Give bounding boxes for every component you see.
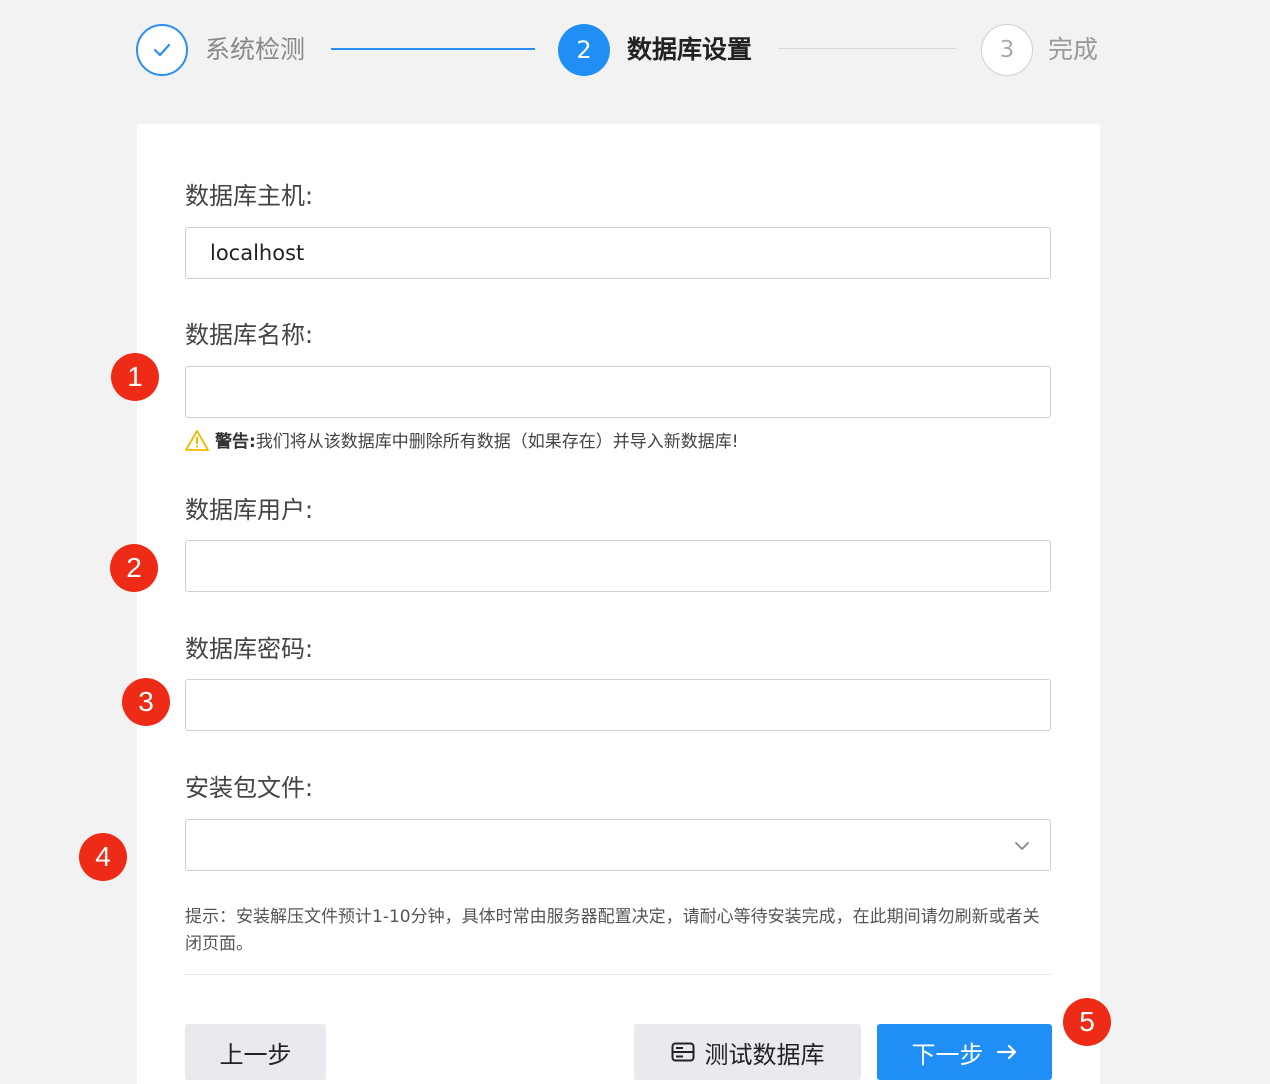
host-label: 数据库主机: [185, 182, 314, 210]
progress-steps: 系统检测 2 数据库设置 3 完成 [0, 0, 1270, 100]
warning-icon [185, 429, 209, 451]
annotation-marker-3: 3 [122, 678, 170, 726]
annotation-marker-4: 4 [79, 833, 127, 881]
warning-text: 我们将从该数据库中删除所有数据（如果存在）并导入新数据库! [255, 432, 739, 452]
step-connector-2 [778, 48, 957, 49]
step-3-number: 3 [981, 24, 1033, 76]
db-password-input[interactable] [185, 679, 1051, 731]
database-icon [671, 1042, 694, 1062]
host-input[interactable] [185, 227, 1051, 279]
chevron-down-icon [1015, 842, 1029, 850]
prev-step-button[interactable]: 上一步 [185, 1024, 326, 1080]
db-user-input[interactable] [185, 540, 1051, 592]
step-1-label: 系统检测 [205, 35, 306, 64]
step-connector-1 [331, 48, 535, 50]
next-step-button[interactable]: 下一步 [877, 1024, 1052, 1080]
prev-step-label: 上一步 [219, 1040, 292, 1069]
db-password-label: 数据库密码: [185, 635, 314, 663]
step-2-label: 数据库设置 [627, 35, 753, 64]
arrow-right-icon [996, 1044, 1016, 1060]
step-2-number: 2 [558, 24, 610, 76]
package-file-select[interactable] [185, 819, 1051, 871]
divider [185, 974, 1051, 975]
step-1-check-icon [136, 24, 188, 76]
annotation-marker-5: 5 [1063, 998, 1111, 1046]
db-name-label: 数据库名称: [185, 321, 314, 349]
annotation-marker-1: 1 [111, 353, 159, 401]
install-hint: 提示：安装解压文件预计1-10分钟，具体时常由服务器配置决定，请耐心等待安装完成… [185, 907, 1040, 954]
warning-title: 警告: [215, 432, 256, 452]
install-wizard: 系统检测 2 数据库设置 3 完成 数据库主机: 数据库名称: 警告: 我们将从… [0, 0, 1270, 1084]
step-3-label: 完成 [1048, 35, 1099, 64]
test-database-button[interactable]: 测试数据库 [634, 1024, 861, 1080]
db-name-input[interactable] [185, 366, 1051, 418]
annotation-marker-2: 2 [110, 544, 158, 592]
next-step-label: 下一步 [911, 1040, 984, 1069]
db-user-label: 数据库用户: [185, 496, 314, 524]
test-database-label: 测试数据库 [704, 1040, 825, 1069]
warning-message: 警告: 我们将从该数据库中删除所有数据（如果存在）并导入新数据库! [185, 427, 739, 452]
package-file-label: 安装包文件: [185, 774, 314, 802]
